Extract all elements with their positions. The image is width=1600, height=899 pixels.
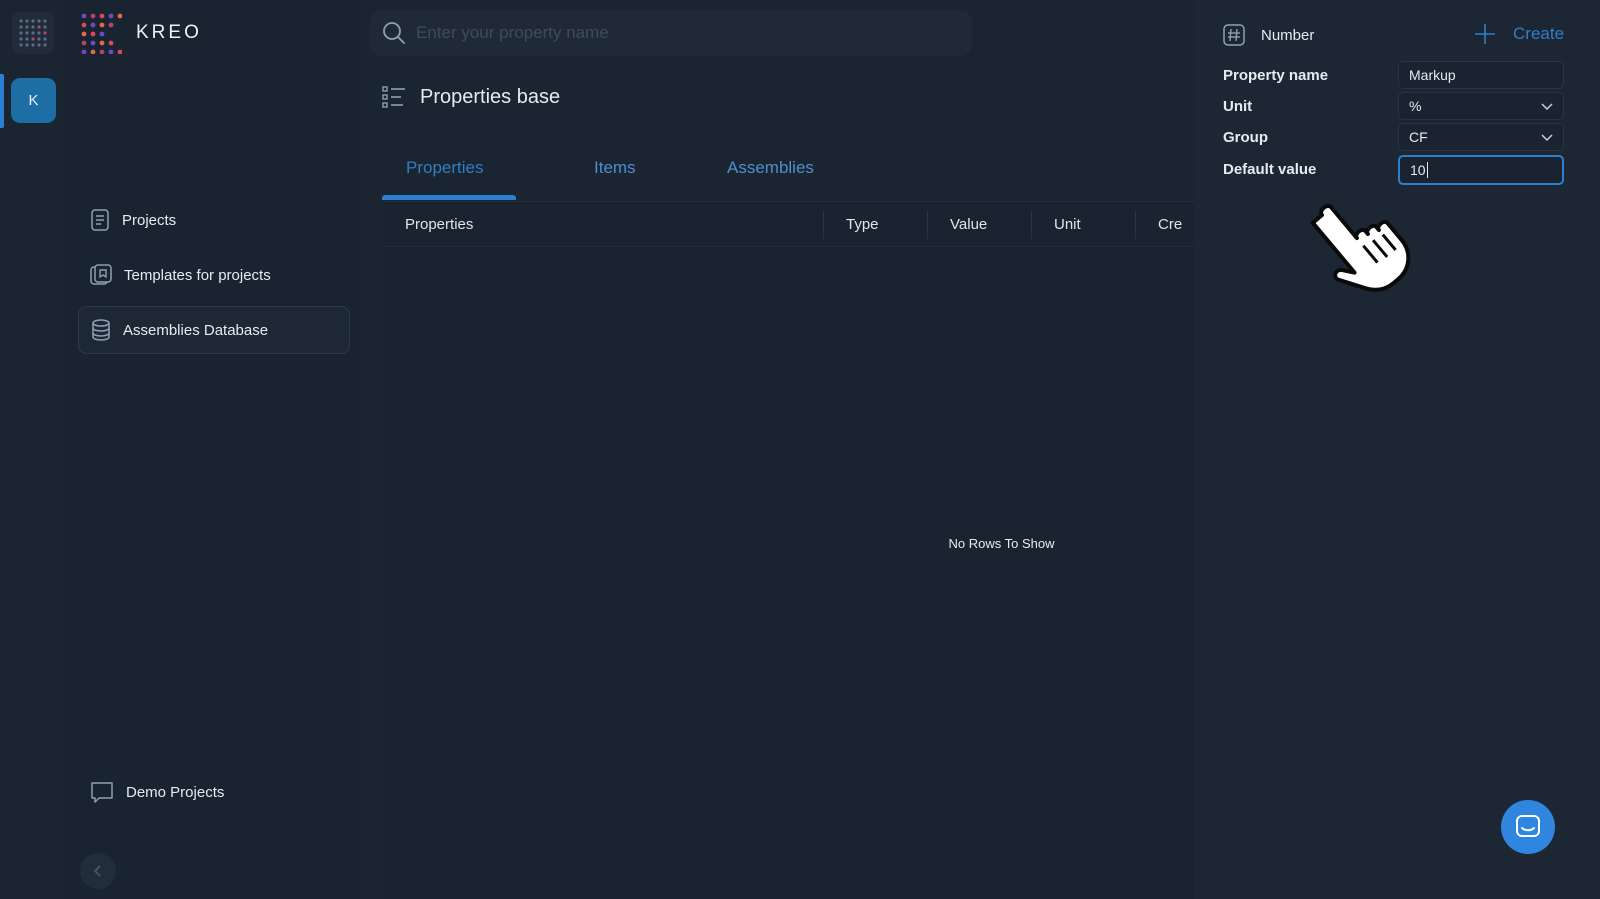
- column-separator[interactable]: [1031, 211, 1032, 239]
- kreo-logo[interactable]: KREO: [80, 12, 202, 54]
- default-value-value: 10: [1410, 162, 1426, 178]
- rail-active-indicator: [0, 74, 4, 128]
- main-content: Properties base Properties Items Assembl…: [360, 0, 1195, 899]
- search-icon: [383, 22, 405, 44]
- property-type-selector[interactable]: Number: [1223, 24, 1314, 46]
- tab-properties[interactable]: Properties: [406, 158, 483, 178]
- property-name-value: Markup: [1409, 67, 1456, 83]
- group-value: CF: [1409, 129, 1428, 145]
- default-value-label: Default value: [1223, 161, 1317, 178]
- sidebar-item-label: Assemblies Database: [123, 321, 269, 339]
- column-separator[interactable]: [1135, 211, 1136, 239]
- chevron-down-icon: [1541, 134, 1553, 142]
- group-label: Group: [1223, 129, 1268, 146]
- unit-select[interactable]: %: [1398, 92, 1564, 120]
- column-header-value[interactable]: Value: [950, 216, 987, 233]
- group-select[interactable]: CF: [1398, 123, 1564, 151]
- property-name-label: Property name: [1223, 67, 1329, 84]
- unit-label: Unit: [1223, 98, 1253, 115]
- logo-text: KREO: [136, 22, 202, 43]
- tab-assemblies[interactable]: Assemblies: [727, 158, 814, 178]
- app-switcher-icon[interactable]: [12, 12, 54, 54]
- sidebar-item-label: Templates for projects: [124, 266, 271, 284]
- column-header-created[interactable]: Cre: [1158, 216, 1182, 233]
- search-bar[interactable]: [370, 10, 972, 56]
- column-separator[interactable]: [927, 211, 928, 239]
- text-caret: [1426, 162, 1428, 178]
- hand-pointer-icon: [1310, 186, 1420, 306]
- active-tab-indicator: [382, 195, 516, 200]
- page-title: Properties base: [420, 85, 561, 108]
- hash-icon: [1223, 24, 1245, 46]
- document-icon: [91, 209, 109, 231]
- properties-grid: Properties Type Value Unit Cre No Rows T…: [382, 203, 1195, 899]
- chevron-left-icon: [93, 865, 101, 877]
- sidebar-item-label: Demo Projects: [126, 783, 225, 801]
- chat-icon: [1516, 815, 1540, 837]
- list-icon: [382, 86, 405, 108]
- search-input[interactable]: [416, 23, 956, 43]
- column-header-unit[interactable]: Unit: [1054, 216, 1081, 233]
- chevron-down-icon: [1541, 103, 1553, 111]
- page-header: Properties base: [382, 85, 560, 109]
- column-header-type[interactable]: Type: [846, 216, 879, 233]
- app-rail: K: [0, 0, 68, 899]
- column-separator[interactable]: [823, 211, 824, 239]
- column-header-properties[interactable]: Properties: [405, 216, 473, 233]
- sidebar-item-templates[interactable]: Templates for projects: [78, 251, 350, 299]
- collapse-sidebar-button[interactable]: [80, 853, 116, 889]
- template-icon: [90, 264, 112, 285]
- tab-bar: Properties Items Assemblies: [382, 150, 1195, 202]
- database-icon: [92, 319, 110, 341]
- create-button[interactable]: Create: [1473, 22, 1564, 46]
- sidebar: KREO Projects Templates for projects Ass…: [68, 0, 360, 899]
- property-type-label: Number: [1261, 26, 1315, 44]
- sidebar-item-assemblies-database[interactable]: Assemblies Database: [78, 306, 350, 354]
- chat-square-icon: [91, 782, 113, 803]
- tab-items[interactable]: Items: [594, 158, 636, 178]
- sidebar-item-label: Projects: [122, 211, 177, 229]
- create-button-label: Create: [1513, 24, 1565, 43]
- property-edit-panel: Number Create Property name Markup Unit …: [1195, 0, 1600, 899]
- sidebar-item-projects[interactable]: Projects: [78, 196, 350, 244]
- unit-value: %: [1409, 98, 1422, 114]
- default-value-field[interactable]: 10: [1398, 155, 1564, 185]
- support-chat-button[interactable]: [1501, 800, 1555, 854]
- grid-header: Properties Type Value Unit Cre: [382, 203, 1195, 247]
- user-avatar[interactable]: K: [11, 78, 56, 123]
- property-name-field[interactable]: Markup: [1398, 61, 1564, 89]
- plus-icon: [1475, 24, 1495, 44]
- sidebar-item-demo-projects[interactable]: Demo Projects: [78, 768, 350, 816]
- kreo-logo-icon: [81, 13, 122, 54]
